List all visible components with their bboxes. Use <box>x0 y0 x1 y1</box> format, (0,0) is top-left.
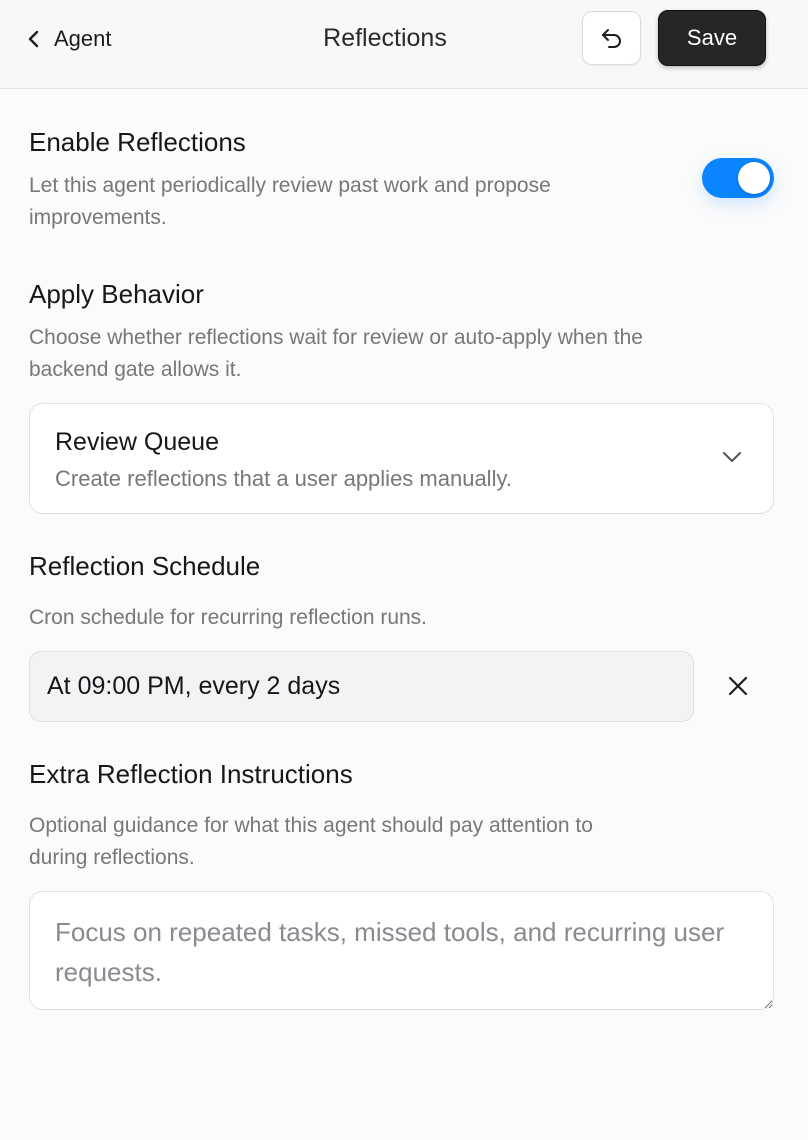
schedule-value: At 09:00 PM, every 2 days <box>47 672 341 700</box>
extra-instructions-title: Extra Reflection Instructions <box>29 759 353 789</box>
reflection-schedule-title: Reflection Schedule <box>29 551 261 581</box>
apply-behavior-select[interactable]: Review Queue Create reflections that a u… <box>29 403 774 514</box>
close-icon <box>728 676 748 696</box>
reflection-schedule-description: Cron schedule for recurring reflection r… <box>29 606 428 629</box>
schedule-field[interactable]: At 09:00 PM, every 2 days <box>29 651 694 722</box>
apply-behavior-description-line-1: Choose whether reflections wait for revi… <box>29 326 643 349</box>
extra-instructions-description-line-1: Optional guidance for what this agent sh… <box>29 814 593 837</box>
apply-behavior-selected-value: Review Queue <box>55 428 219 456</box>
apply-behavior-title: Apply Behavior <box>29 279 204 309</box>
enable-reflections-title: Enable Reflections <box>29 127 246 157</box>
apply-behavior-description-line-2: backend gate allows it. <box>29 358 242 381</box>
top-bar: Agent Reflections Save <box>0 0 808 89</box>
extra-instructions-description-line-2: during reflections. <box>29 846 195 869</box>
apply-behavior-selected-description: Create reflections that a user applies m… <box>55 466 512 491</box>
enable-reflections-description-line-1: Let this agent periodically review past … <box>29 174 551 197</box>
toggle-knob <box>738 162 770 194</box>
undo-button[interactable] <box>582 11 641 65</box>
back-label: Agent <box>54 26 112 51</box>
enable-reflections-toggle[interactable] <box>702 158 774 198</box>
back-button[interactable]: Agent <box>26 22 112 56</box>
clear-schedule-button[interactable] <box>722 670 754 702</box>
extra-instructions-textarea[interactable] <box>29 891 774 1010</box>
chevron-left-icon <box>28 30 39 48</box>
chevron-down-icon <box>723 452 741 462</box>
page-title: Reflections <box>323 24 447 52</box>
enable-reflections-description-line-2: improvements. <box>29 206 167 229</box>
undo-icon <box>601 29 621 48</box>
save-button[interactable]: Save <box>658 10 766 66</box>
